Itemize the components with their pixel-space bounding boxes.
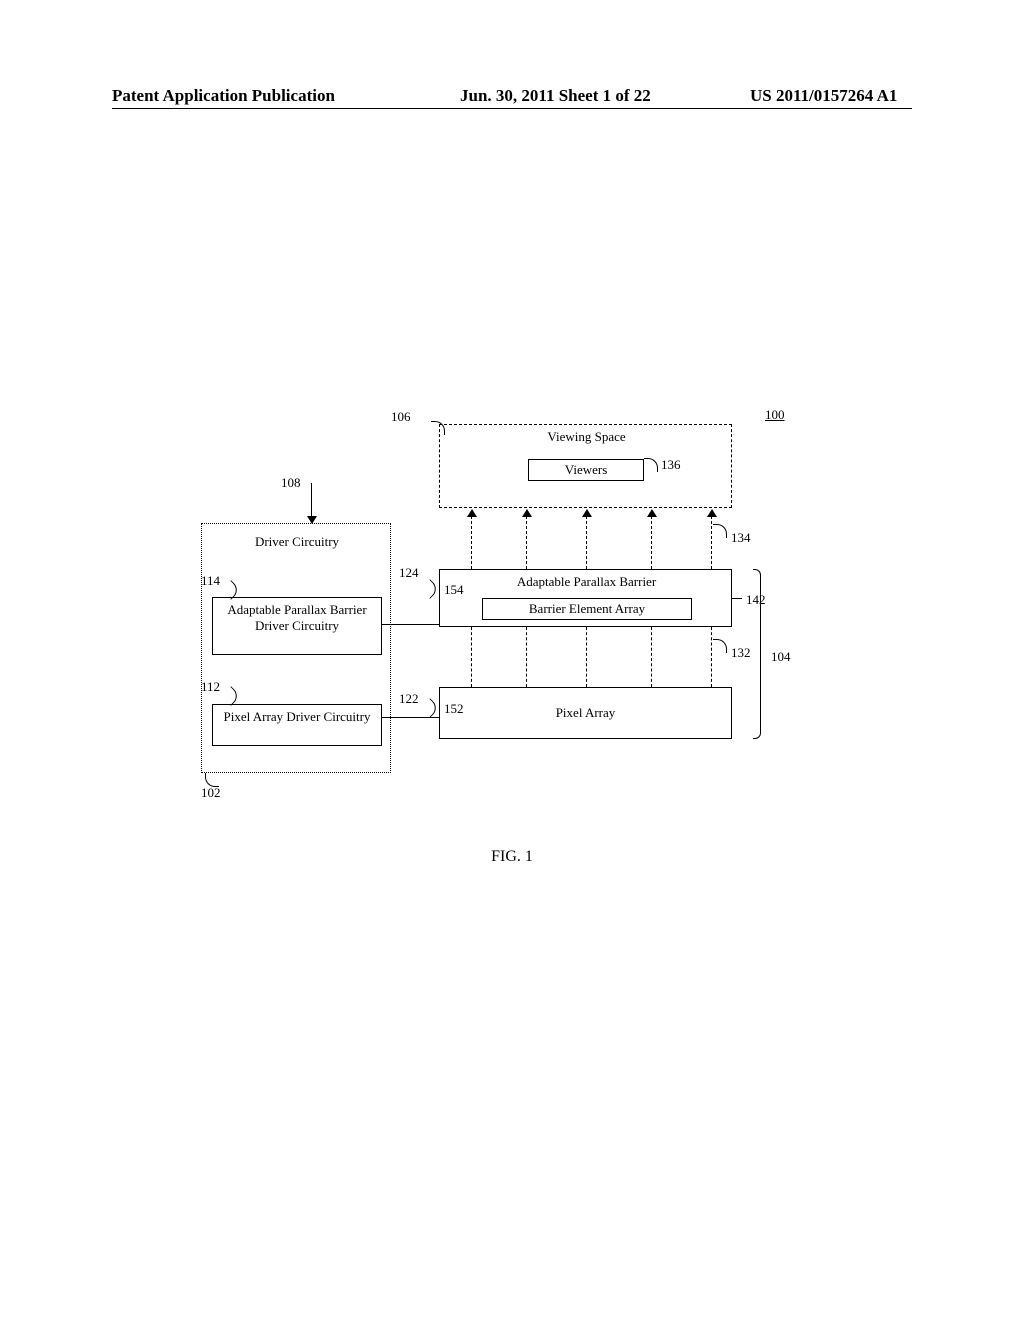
ref-108: 108	[281, 475, 301, 491]
ref-132: 132	[731, 645, 751, 661]
driver-circuitry-title: Driver Circuitry	[202, 534, 392, 550]
figure-caption: FIG. 1	[0, 848, 1024, 866]
arrowhead-down-icon	[307, 516, 317, 524]
leader-hook	[713, 639, 727, 653]
connector-124	[381, 624, 439, 625]
leader-hook	[713, 524, 727, 538]
ref-136: 136	[661, 457, 681, 473]
ref-152: 152	[444, 701, 464, 717]
viewing-space-title: Viewing Space	[440, 429, 733, 445]
header-divider	[112, 108, 912, 109]
header-center: Jun. 30, 2011 Sheet 1 of 22	[460, 86, 651, 106]
ref-142: 142	[746, 592, 766, 608]
ref-100: 100	[765, 407, 785, 423]
light-line	[526, 627, 527, 687]
leader-line	[732, 598, 742, 599]
light-arrow	[526, 516, 527, 569]
ref-104: 104	[771, 649, 791, 665]
light-arrow	[651, 516, 652, 569]
header-left: Patent Application Publication	[112, 86, 335, 106]
adaptable-parallax-barrier-box: Adaptable Parallax Barrier Barrier Eleme…	[439, 569, 732, 627]
apb-driver-circuitry-box: Adaptable Parallax Barrier Driver Circui…	[212, 597, 382, 655]
ref-112: 112	[201, 679, 220, 695]
light-arrow	[711, 516, 712, 569]
viewers-box: Viewers	[528, 459, 644, 481]
ref-154: 154	[444, 582, 464, 598]
ref-102: 102	[201, 785, 221, 801]
ref-114: 114	[201, 573, 220, 589]
ref-106: 106	[391, 409, 411, 425]
pixel-array-box: Pixel Array	[439, 687, 732, 739]
light-line	[711, 627, 712, 687]
barrier-element-array-box: Barrier Element Array	[482, 598, 692, 620]
light-line	[471, 627, 472, 687]
arrowhead-up-icon	[647, 509, 657, 517]
control-input-line	[311, 483, 312, 517]
light-line	[651, 627, 652, 687]
arrowhead-up-icon	[707, 509, 717, 517]
light-line	[586, 627, 587, 687]
ref-134: 134	[731, 530, 751, 546]
ref-124: 124	[399, 565, 419, 581]
arrowhead-up-icon	[582, 509, 592, 517]
arrowhead-up-icon	[467, 509, 477, 517]
light-arrow	[471, 516, 472, 569]
arrowhead-up-icon	[522, 509, 532, 517]
driver-circuitry-box: Driver Circuitry Adaptable Parallax Barr…	[201, 523, 391, 773]
ref-122: 122	[399, 691, 419, 707]
viewing-space-box: Viewing Space Viewers	[439, 424, 732, 508]
figure-1-diagram: Driver Circuitry Adaptable Parallax Barr…	[201, 417, 757, 797]
leader-hook	[420, 579, 440, 599]
header-right: US 2011/0157264 A1	[750, 86, 897, 106]
pixel-array-driver-circuitry-box: Pixel Array Driver Circuitry	[212, 704, 382, 746]
leader-hook	[420, 698, 440, 718]
apb-title: Adaptable Parallax Barrier	[440, 574, 733, 590]
light-arrow	[586, 516, 587, 569]
